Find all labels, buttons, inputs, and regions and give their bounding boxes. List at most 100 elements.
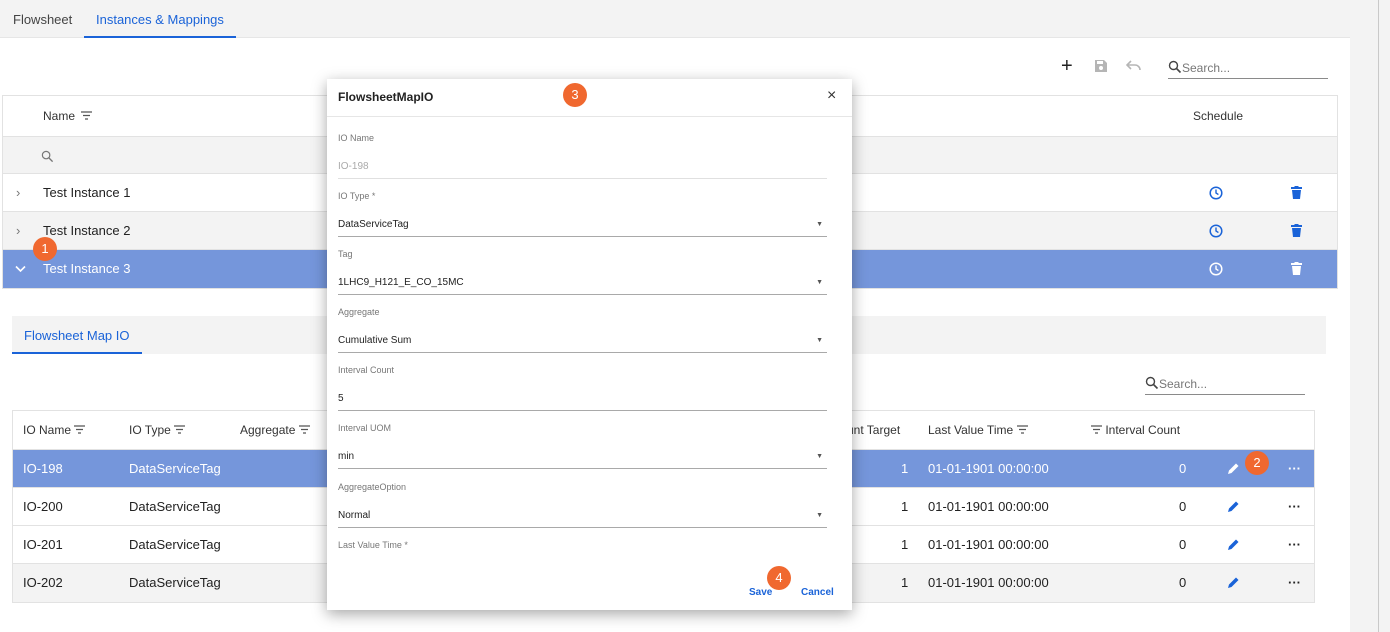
tag-select[interactable]: 1LHC9_H121_E_CO_15MC ▼ bbox=[338, 271, 827, 295]
last-value-time-cell: 01-01-1901 00:00:00 bbox=[928, 537, 1049, 552]
pencil-icon[interactable] bbox=[1227, 576, 1240, 589]
more-icon[interactable]: ··· bbox=[1288, 488, 1301, 526]
column-header-io-name[interactable]: IO Name bbox=[23, 411, 86, 450]
last-value-time-cell: 01-01-1901 00:00:00 bbox=[928, 461, 1049, 476]
field-label: Interval Count bbox=[338, 365, 395, 375]
io-name-input: IO-198 bbox=[338, 155, 827, 179]
aggregate-option-select[interactable]: Normal ▼ bbox=[338, 504, 827, 528]
interval-uom-field[interactable]: Interval UOM min ▼ bbox=[338, 423, 827, 469]
pencil-icon[interactable] bbox=[1227, 500, 1240, 513]
field-label: IO Name bbox=[338, 133, 375, 143]
field-label: IO Type * bbox=[338, 191, 376, 201]
add-icon[interactable]: + bbox=[1061, 56, 1073, 76]
dropdown-caret-icon[interactable]: ▼ bbox=[816, 445, 823, 469]
tab-flowsheet-map-io[interactable]: Flowsheet Map IO bbox=[12, 316, 142, 354]
detail-search-field[interactable]: Search... bbox=[1145, 373, 1305, 395]
clock-icon[interactable] bbox=[1209, 262, 1223, 276]
column-header-name[interactable]: Name bbox=[43, 96, 93, 137]
io-name-cell: IO-198 bbox=[23, 461, 63, 476]
filter-icon[interactable] bbox=[174, 425, 186, 434]
field-label: Interval UOM bbox=[338, 423, 392, 433]
annotation-badge: 2 bbox=[1245, 451, 1269, 475]
filter-icon[interactable] bbox=[81, 111, 93, 120]
save-icon[interactable] bbox=[1094, 59, 1108, 77]
filter-icon[interactable] bbox=[298, 425, 310, 434]
undo-icon[interactable] bbox=[1125, 60, 1142, 76]
clock-icon[interactable] bbox=[1209, 224, 1223, 238]
aggregate-select[interactable]: Cumulative Sum ▼ bbox=[338, 329, 827, 353]
count-target-cell: 1 bbox=[901, 461, 909, 476]
cancel-button[interactable]: Cancel bbox=[801, 587, 834, 598]
instance-name: Test Instance 3 bbox=[43, 261, 131, 276]
io-name-cell: IO-201 bbox=[23, 537, 63, 552]
chevron-down-icon[interactable] bbox=[15, 265, 26, 273]
dropdown-caret-icon[interactable]: ▼ bbox=[816, 271, 823, 295]
column-header-aggregate[interactable]: Aggregate bbox=[240, 411, 310, 450]
search-field[interactable]: Search... bbox=[1168, 57, 1328, 79]
more-icon[interactable]: ··· bbox=[1288, 564, 1301, 602]
close-icon[interactable]: × bbox=[827, 87, 836, 105]
tab-instances-mappings[interactable]: Instances & Mappings bbox=[84, 0, 236, 38]
aggregate-option-field[interactable]: AggregateOption Normal ▼ bbox=[338, 482, 827, 528]
column-header-last-value-time[interactable]: Last Value Time bbox=[928, 411, 1028, 450]
aggregate-field[interactable]: Aggregate Cumulative Sum ▼ bbox=[338, 307, 827, 353]
flowsheet-map-io-dialog: FlowsheetMapIO × IO Name IO-198 IO Type … bbox=[327, 79, 852, 610]
column-header-io-type[interactable]: IO Type bbox=[129, 411, 186, 450]
io-name-cell: IO-202 bbox=[23, 575, 63, 590]
more-icon[interactable]: ··· bbox=[1288, 450, 1301, 488]
tab-flowsheet[interactable]: Flowsheet bbox=[13, 0, 72, 38]
last-value-time-input[interactable] bbox=[338, 562, 827, 586]
save-button[interactable]: Save bbox=[749, 587, 772, 598]
last-value-time-cell: 01-01-1901 00:00:00 bbox=[928, 499, 1049, 514]
window-edge bbox=[1350, 0, 1390, 632]
column-header-interval-count[interactable]: Interval Count bbox=[1091, 411, 1180, 450]
interval-count-input[interactable]: 5 bbox=[338, 387, 827, 411]
trash-icon[interactable] bbox=[1291, 224, 1302, 237]
last-value-time-cell: 01-01-1901 00:00:00 bbox=[928, 575, 1049, 590]
interval-count-cell: 0 bbox=[1179, 499, 1187, 514]
filter-icon[interactable] bbox=[1091, 425, 1102, 434]
io-type-field[interactable]: IO Type * DataServiceTag ▼ bbox=[338, 191, 827, 237]
interval-count-cell: 0 bbox=[1179, 461, 1187, 476]
count-target-cell: 1 bbox=[901, 537, 909, 552]
count-target-cell: 1 bbox=[901, 499, 909, 514]
tag-field[interactable]: Tag 1LHC9_H121_E_CO_15MC ▼ bbox=[338, 249, 827, 295]
field-label: Last Value Time * bbox=[338, 540, 408, 550]
column-header-count-target[interactable]: unt Target bbox=[847, 411, 900, 450]
column-header-schedule: Schedule bbox=[1193, 109, 1244, 123]
interval-count-field[interactable]: Interval Count 5 bbox=[338, 365, 827, 411]
annotation-badge: 1 bbox=[33, 237, 57, 261]
io-name-cell: IO-200 bbox=[23, 499, 63, 514]
pencil-icon[interactable] bbox=[1227, 538, 1240, 551]
annotation-badge: 3 bbox=[563, 83, 587, 107]
annotation-badge: 4 bbox=[767, 566, 791, 590]
dropdown-caret-icon[interactable]: ▼ bbox=[816, 504, 823, 528]
instance-name: Test Instance 1 bbox=[43, 185, 131, 200]
io-type-select[interactable]: DataServiceTag ▼ bbox=[338, 213, 827, 237]
clock-icon[interactable] bbox=[1209, 186, 1223, 200]
io-type-cell: DataServiceTag bbox=[129, 499, 221, 514]
field-label: AggregateOption bbox=[338, 482, 407, 492]
search-icon bbox=[1145, 376, 1159, 390]
pencil-icon[interactable] bbox=[1227, 462, 1240, 475]
field-label: Aggregate bbox=[338, 307, 380, 317]
dropdown-caret-icon[interactable]: ▼ bbox=[816, 329, 823, 353]
interval-uom-select[interactable]: min ▼ bbox=[338, 445, 827, 469]
io-type-cell: DataServiceTag bbox=[129, 537, 221, 552]
interval-count-cell: 0 bbox=[1179, 537, 1187, 552]
chevron-right-icon[interactable]: › bbox=[16, 212, 20, 250]
interval-count-cell: 0 bbox=[1179, 575, 1187, 590]
filter-icon[interactable] bbox=[1016, 425, 1028, 434]
filter-icon[interactable] bbox=[74, 425, 86, 434]
chevron-right-icon[interactable]: › bbox=[16, 174, 20, 212]
last-value-time-field[interactable]: Last Value Time * bbox=[338, 540, 827, 586]
trash-icon[interactable] bbox=[1291, 186, 1302, 199]
more-icon[interactable]: ··· bbox=[1288, 526, 1301, 564]
field-label: Tag bbox=[338, 249, 353, 259]
count-target-cell: 1 bbox=[901, 575, 909, 590]
io-name-field: IO Name IO-198 bbox=[338, 133, 827, 179]
trash-icon[interactable] bbox=[1291, 262, 1302, 275]
dialog-title: FlowsheetMapIO bbox=[338, 90, 434, 104]
search-placeholder: Search... bbox=[1159, 377, 1208, 391]
dropdown-caret-icon[interactable]: ▼ bbox=[816, 213, 823, 237]
